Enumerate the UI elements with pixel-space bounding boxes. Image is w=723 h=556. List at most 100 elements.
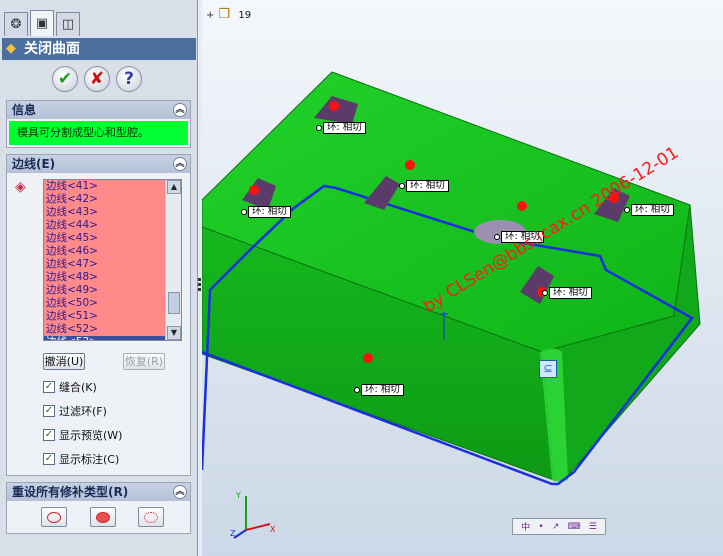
option-show-preview[interactable]: ✓ 显示预览(W): [43, 427, 122, 443]
collapse-icon[interactable]: ︽: [173, 157, 187, 171]
option-show-callouts[interactable]: ✓ 显示标注(C): [43, 451, 119, 467]
edges-group-header[interactable]: 边线(E) ︽: [7, 155, 190, 173]
z-axis-label: Z: [230, 529, 236, 538]
cancel-button[interactable]: ✘: [84, 66, 110, 92]
x-axis-label: X: [270, 525, 276, 534]
loop-callout[interactable]: 环: 相切: [316, 121, 366, 134]
graphics-area[interactable]: 环: 相切 环: 相切 环: 相切 环: 相切 环: 相切 环: 相切 环: 相…: [202, 0, 723, 556]
edge-list-item[interactable]: 边线<43>: [44, 206, 165, 219]
collapse-icon[interactable]: ︽: [173, 485, 187, 499]
edge-list-item[interactable]: 边线<46>: [44, 245, 165, 258]
help-icon: ?: [124, 69, 134, 89]
contact-patch-button[interactable]: [41, 507, 67, 527]
edge-list-item[interactable]: 边线<51>: [44, 310, 165, 323]
feature-tree-root-label: 19: [238, 9, 252, 21]
info-group-title: 信息: [12, 103, 37, 117]
part-icon: ❒: [218, 7, 231, 22]
feature-tree-tab[interactable]: ❂: [4, 12, 28, 36]
patch-marker: [363, 353, 373, 363]
edge-list-scrollbar[interactable]: ▲ ▼: [165, 180, 181, 340]
info-group: 信息 ︽ 模具可分割成型心和型腔。: [6, 100, 191, 148]
loop-callout[interactable]: 环: 相切: [354, 383, 404, 396]
configuration-manager-icon: ◫: [61, 17, 75, 32]
ok-button[interactable]: ✔: [52, 66, 78, 92]
redo-button[interactable]: 恢复(R): [123, 353, 165, 370]
option-knit[interactable]: ✓ 缝合(K): [43, 379, 97, 395]
feature-tree-icon: ❂: [10, 17, 22, 32]
patch-marker: [405, 160, 415, 170]
feature-tree-root[interactable]: + ❒ 19: [206, 8, 251, 22]
patch-type-header[interactable]: 重设所有修补类型(R) ︽: [7, 483, 190, 501]
tangent-patch-icon: [96, 511, 110, 523]
property-manager-tab[interactable]: ▣: [30, 10, 54, 36]
axis-triad: Y X Z: [230, 491, 276, 539]
tangent-patch-button[interactable]: [90, 507, 116, 527]
panel-title-text: 关闭曲面: [24, 41, 80, 57]
patch-type-group: 重设所有修补类型(R) ︽: [6, 482, 191, 534]
patch-marker: [517, 201, 527, 211]
shut-off-surface-icon: ◆: [6, 41, 16, 56]
configuration-manager-tab[interactable]: ◫: [56, 12, 80, 36]
option-label: 缝合(K): [59, 381, 97, 394]
edge-list-item[interactable]: 边线<53>: [44, 336, 165, 340]
edges-group: 边线(E) ︽ ◈ 边线<41> 边线<42> 边线<43> 边线<44> 边线<45>…: [6, 154, 191, 476]
contact-patch-icon: [47, 511, 61, 523]
expand-icon[interactable]: +: [206, 10, 214, 21]
panel-tabs: ❂ ▣ ◫: [4, 10, 80, 36]
loop-callout[interactable]: 环: 相切: [399, 179, 449, 192]
edge-list-item[interactable]: 边线<45>: [44, 232, 165, 245]
close-icon: ✘: [89, 69, 105, 89]
reference-icon: ⊆: [539, 360, 557, 378]
loop-callout[interactable]: 环: 相切: [624, 203, 674, 216]
collapse-icon[interactable]: ︽: [173, 103, 187, 117]
option-filter-loops[interactable]: ✓ 过滤环(F): [43, 403, 107, 419]
edge-selection-icon: ◈: [15, 179, 26, 195]
checkbox[interactable]: ✓: [43, 405, 55, 417]
edge-list-item[interactable]: 边线<52>: [44, 323, 165, 336]
edge-list[interactable]: 边线<41> 边线<42> 边线<43> 边线<44> 边线<45> 边线<46> 边线<4…: [43, 179, 182, 341]
edge-list-item[interactable]: 边线<42>: [44, 193, 165, 206]
checkbox[interactable]: ✓: [43, 381, 55, 393]
info-message: 模具可分割成型心和型腔。: [9, 121, 188, 145]
checkbox[interactable]: ✓: [43, 429, 55, 441]
undo-button[interactable]: 撤消(U): [43, 353, 85, 370]
edge-list-item[interactable]: 边线<41>: [44, 180, 165, 193]
patch-marker: [249, 185, 259, 195]
edge-list-item[interactable]: 边线<47>: [44, 258, 165, 271]
y-axis-label: Y: [235, 491, 241, 500]
scroll-thumb[interactable]: [168, 292, 180, 314]
checkmark-icon: ✔: [57, 69, 73, 89]
panel-title: ◆ 关闭曲面: [2, 38, 196, 60]
property-manager-icon: ▣: [35, 16, 49, 31]
option-label: 显示预览(W): [59, 429, 123, 442]
option-label: 过滤环(F): [59, 405, 107, 418]
scroll-up-icon[interactable]: ▲: [167, 180, 181, 194]
view-dot-icon[interactable]: •: [538, 522, 543, 532]
loop-callout[interactable]: 环: 相切: [241, 205, 291, 218]
view-toolbar: 中 • ↗ ⌨ ☰: [512, 518, 606, 535]
checkbox[interactable]: ✓: [43, 453, 55, 465]
z-axis-icon: [233, 529, 247, 539]
confirm-buttons: ✔ ✘ ?: [52, 66, 142, 92]
info-group-header[interactable]: 信息 ︽: [7, 101, 190, 119]
edge-list-item[interactable]: 边线<50>: [44, 297, 165, 310]
edge-list-item[interactable]: 边线<48>: [44, 271, 165, 284]
x-axis-icon: [245, 523, 271, 531]
edge-list-item[interactable]: 边线<44>: [44, 219, 165, 232]
view-menu-icon[interactable]: ☰: [589, 522, 597, 532]
edge-items: 边线<41> 边线<42> 边线<43> 边线<44> 边线<45> 边线<46> 边线<4…: [44, 180, 165, 340]
no-fill-patch-button[interactable]: [138, 507, 164, 527]
edges-group-title: 边线(E): [12, 157, 56, 171]
edge-list-item[interactable]: 边线<49>: [44, 284, 165, 297]
view-orientation-icon[interactable]: 中: [521, 520, 530, 533]
property-manager-panel: ❂ ▣ ◫ ◆ 关闭曲面 ✔ ✘ ? 信息 ︽ 模具可分割成型心和型腔。 边线(…: [0, 0, 198, 556]
no-fill-patch-icon: [144, 511, 158, 523]
patch-type-title: 重设所有修补类型(R): [12, 485, 129, 499]
option-label: 显示标注(C): [59, 453, 120, 466]
view-rotate-icon[interactable]: ↗: [552, 522, 560, 532]
patch-marker: [329, 101, 339, 111]
loop-callout[interactable]: 环: 相切: [542, 286, 592, 299]
scroll-down-icon[interactable]: ▼: [167, 326, 181, 340]
help-button[interactable]: ?: [116, 66, 142, 92]
view-keyboard-icon[interactable]: ⌨: [568, 522, 581, 532]
